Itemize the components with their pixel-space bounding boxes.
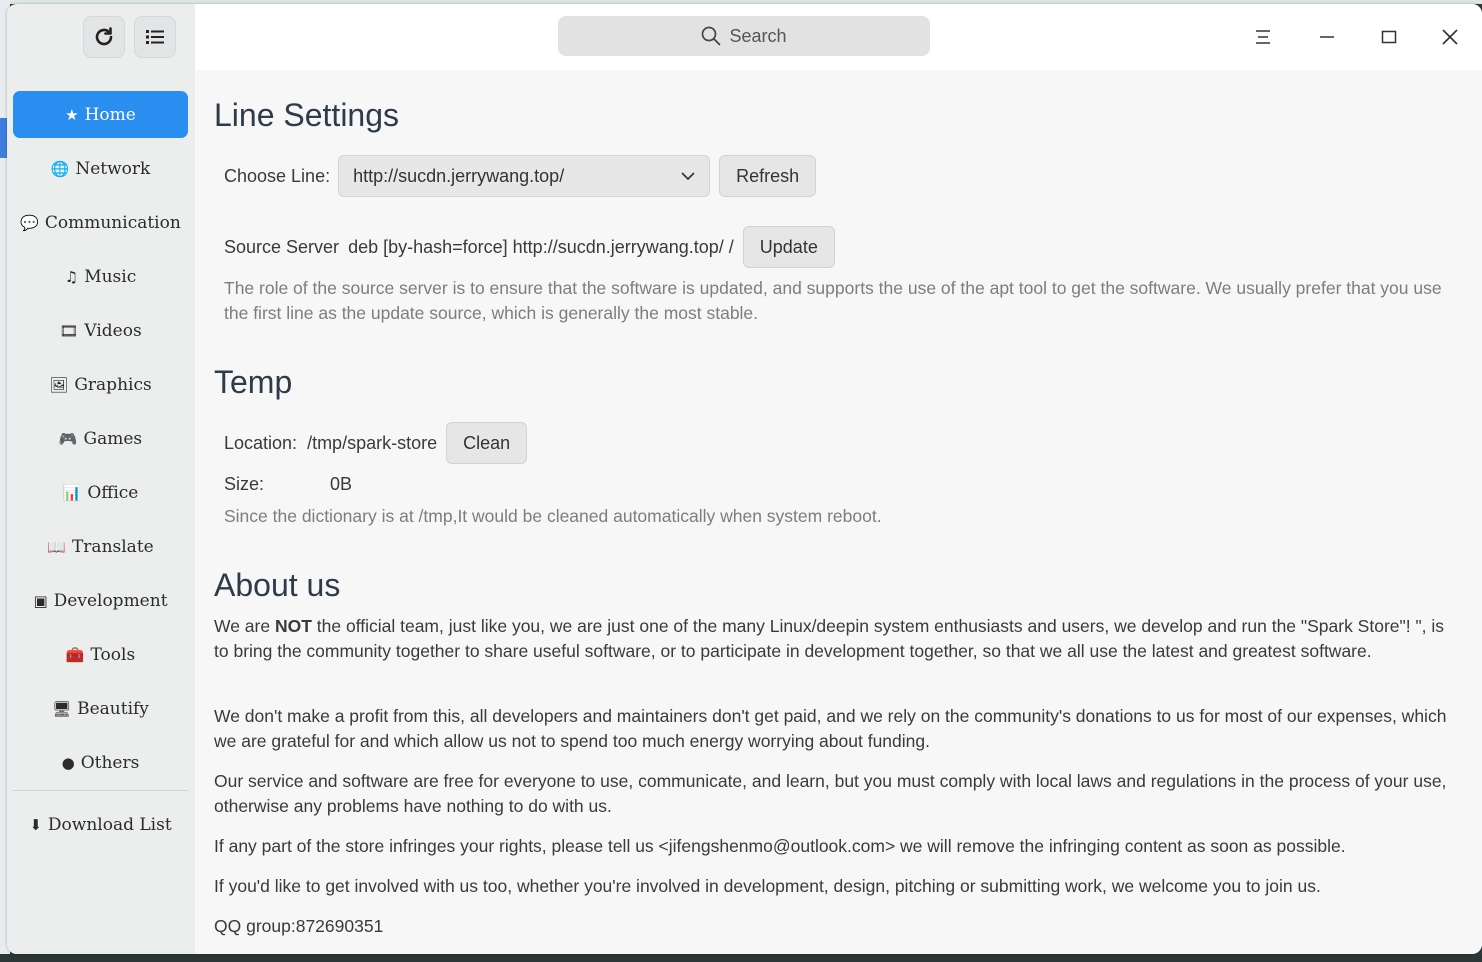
sidebar-item-music[interactable]: ♫ Music (13, 253, 188, 300)
gamepad-icon: 🎮 (58, 429, 78, 448)
list-view-button[interactable] (134, 16, 176, 58)
line-select[interactable]: http://sucdn.jerrywang.top/ (338, 155, 711, 197)
line-settings-heading: Line Settings (214, 97, 400, 133)
sidebar-item-label: Network (75, 158, 151, 179)
choose-line-label: Choose Line: (224, 165, 331, 186)
about-p1-start: We are (214, 616, 275, 636)
monitor-icon: 🖥 (52, 699, 72, 718)
sidebar-item-beautify[interactable]: 🖥 Beautify (13, 685, 188, 732)
source-server-row: Source Server deb [by-hash=force] http:/… (224, 226, 835, 268)
sidebar-item-translate[interactable]: 📖 Translate (13, 523, 188, 570)
maximize-icon (1381, 30, 1397, 44)
about-p1-rest: the official team, just like you, we are… (214, 616, 1445, 661)
music-note-icon: ♫ (64, 267, 79, 286)
menu-button[interactable] (1250, 26, 1276, 48)
about-heading: About us (214, 567, 341, 603)
presentation-icon: 📊 (62, 483, 82, 502)
source-server-description: The role of the source server is to ensu… (224, 278, 1442, 323)
content-area: Search Line Settings Choose Line: http:/… (195, 4, 1482, 954)
source-server-value: deb [by-hash=force] http://sucdn.jerrywa… (348, 236, 734, 257)
temp-location-row: Location: /tmp/spark-store Clean (224, 422, 528, 464)
about-p1-emphasis: NOT (274, 616, 312, 636)
refresh-line-button[interactable]: Refresh (719, 155, 817, 197)
sidebar-toolbar (83, 16, 176, 58)
update-button[interactable]: Update (742, 226, 835, 268)
desktop-window-edge (0, 118, 7, 158)
choose-line-row: Choose Line: http://sucdn.jerrywang.top/… (224, 155, 817, 197)
ellipsis-circle-icon: ● (61, 753, 75, 772)
film-icon: 🎞 (59, 321, 79, 340)
refresh-button[interactable] (83, 16, 125, 58)
sidebar-item-label: Development (53, 590, 168, 611)
sidebar-item-label: Others (80, 752, 140, 773)
size-label: Size: (224, 474, 265, 494)
menu-icon (1256, 30, 1270, 44)
sidebar-item-games[interactable]: 🎮 Games (13, 415, 188, 462)
terminal-icon: ▣ (33, 591, 48, 610)
source-server-label: Source Server (224, 236, 340, 257)
sidebar-item-others[interactable]: ● Others (13, 739, 188, 786)
sidebar-item-label: Home (84, 104, 136, 125)
sidebar-divider (13, 790, 188, 791)
globe-icon: 🌐 (50, 159, 70, 178)
book-icon: 📖 (47, 537, 66, 556)
about-paragraph-2: We don't make a profit from this, all de… (214, 706, 1447, 751)
sidebar-item-label: Videos (84, 320, 142, 341)
location-label: Location: (224, 432, 298, 453)
app-window: ★ Home 🌐 Network 💬 Communication ♫ Music 🎞 Videos… (7, 4, 1482, 954)
chat-icon: 💬 (20, 213, 39, 232)
list-icon (146, 30, 164, 44)
sidebar-item-label: Music (84, 266, 137, 287)
toolbox-icon: 🧰 (65, 645, 85, 664)
line-select-value: http://sucdn.jerrywang.top/ (353, 165, 565, 186)
sidebar-item-label: Games (83, 428, 143, 449)
sidebar-item-label: Communication (44, 212, 181, 233)
sidebar: ★ Home 🌐 Network 💬 Communication ♫ Music 🎞 Videos… (7, 4, 195, 954)
sidebar-item-home[interactable]: ★ Home (13, 91, 188, 138)
clean-button[interactable]: Clean (446, 422, 528, 464)
minimize-icon (1320, 36, 1334, 38)
sidebar-item-communication[interactable]: 💬 Communication (13, 199, 188, 246)
sidebar-item-download-list[interactable]: ⬇ Download List (13, 801, 188, 848)
sidebar-item-office[interactable]: 📊 Office (13, 469, 188, 516)
close-button[interactable] (1437, 26, 1463, 48)
about-paragraph-4: If any part of the store infringes your … (214, 836, 1346, 856)
temp-heading: Temp (214, 364, 293, 400)
star-icon: ★ (65, 105, 79, 124)
refresh-icon (95, 27, 113, 46)
search-input[interactable]: Search (558, 16, 930, 56)
qq-group: QQ group:872690351 (214, 916, 384, 936)
search-placeholder: Search (729, 25, 787, 46)
sidebar-item-network[interactable]: 🌐 Network (13, 145, 188, 192)
sidebar-item-label: Beautify (77, 698, 149, 719)
minimize-button[interactable] (1314, 26, 1340, 48)
category-nav: ★ Home 🌐 Network 💬 Communication ♫ Music 🎞 Videos… (13, 91, 188, 855)
sidebar-item-development[interactable]: ▣ Development (13, 577, 188, 624)
sidebar-item-tools[interactable]: 🧰 Tools (13, 631, 188, 678)
temp-note: Since the dictionary is at /tmp,It would… (224, 506, 882, 526)
sidebar-item-graphics[interactable]: 🖼 Graphics (13, 361, 188, 408)
close-icon (1442, 29, 1458, 45)
about-paragraph-1: We are NOT the official team, just like … (214, 614, 1454, 664)
maximize-button[interactable] (1376, 26, 1402, 48)
image-icon: 🖼 (49, 375, 69, 394)
chevron-down-icon (681, 171, 695, 180)
about-paragraph-3: Our service and software are free for ev… (214, 771, 1447, 816)
location-value: /tmp/spark-store (307, 432, 438, 453)
size-value: 0B (330, 474, 353, 494)
temp-size-row: Size: 0B (224, 474, 352, 495)
sidebar-item-label: Download List (47, 814, 172, 835)
sidebar-item-label: Tools (90, 644, 136, 665)
sidebar-item-label: Graphics (74, 374, 152, 395)
title-bar: Search (195, 4, 1482, 70)
sidebar-item-label: Translate (71, 536, 154, 557)
download-icon: ⬇ (29, 815, 42, 834)
sidebar-item-videos[interactable]: 🎞 Videos (13, 307, 188, 354)
sidebar-item-label: Office (87, 482, 139, 503)
about-paragraph-5: If you'd like to get involved with us to… (214, 876, 1321, 896)
search-icon (701, 26, 721, 46)
desktop-bottom-edge (0, 954, 1482, 962)
